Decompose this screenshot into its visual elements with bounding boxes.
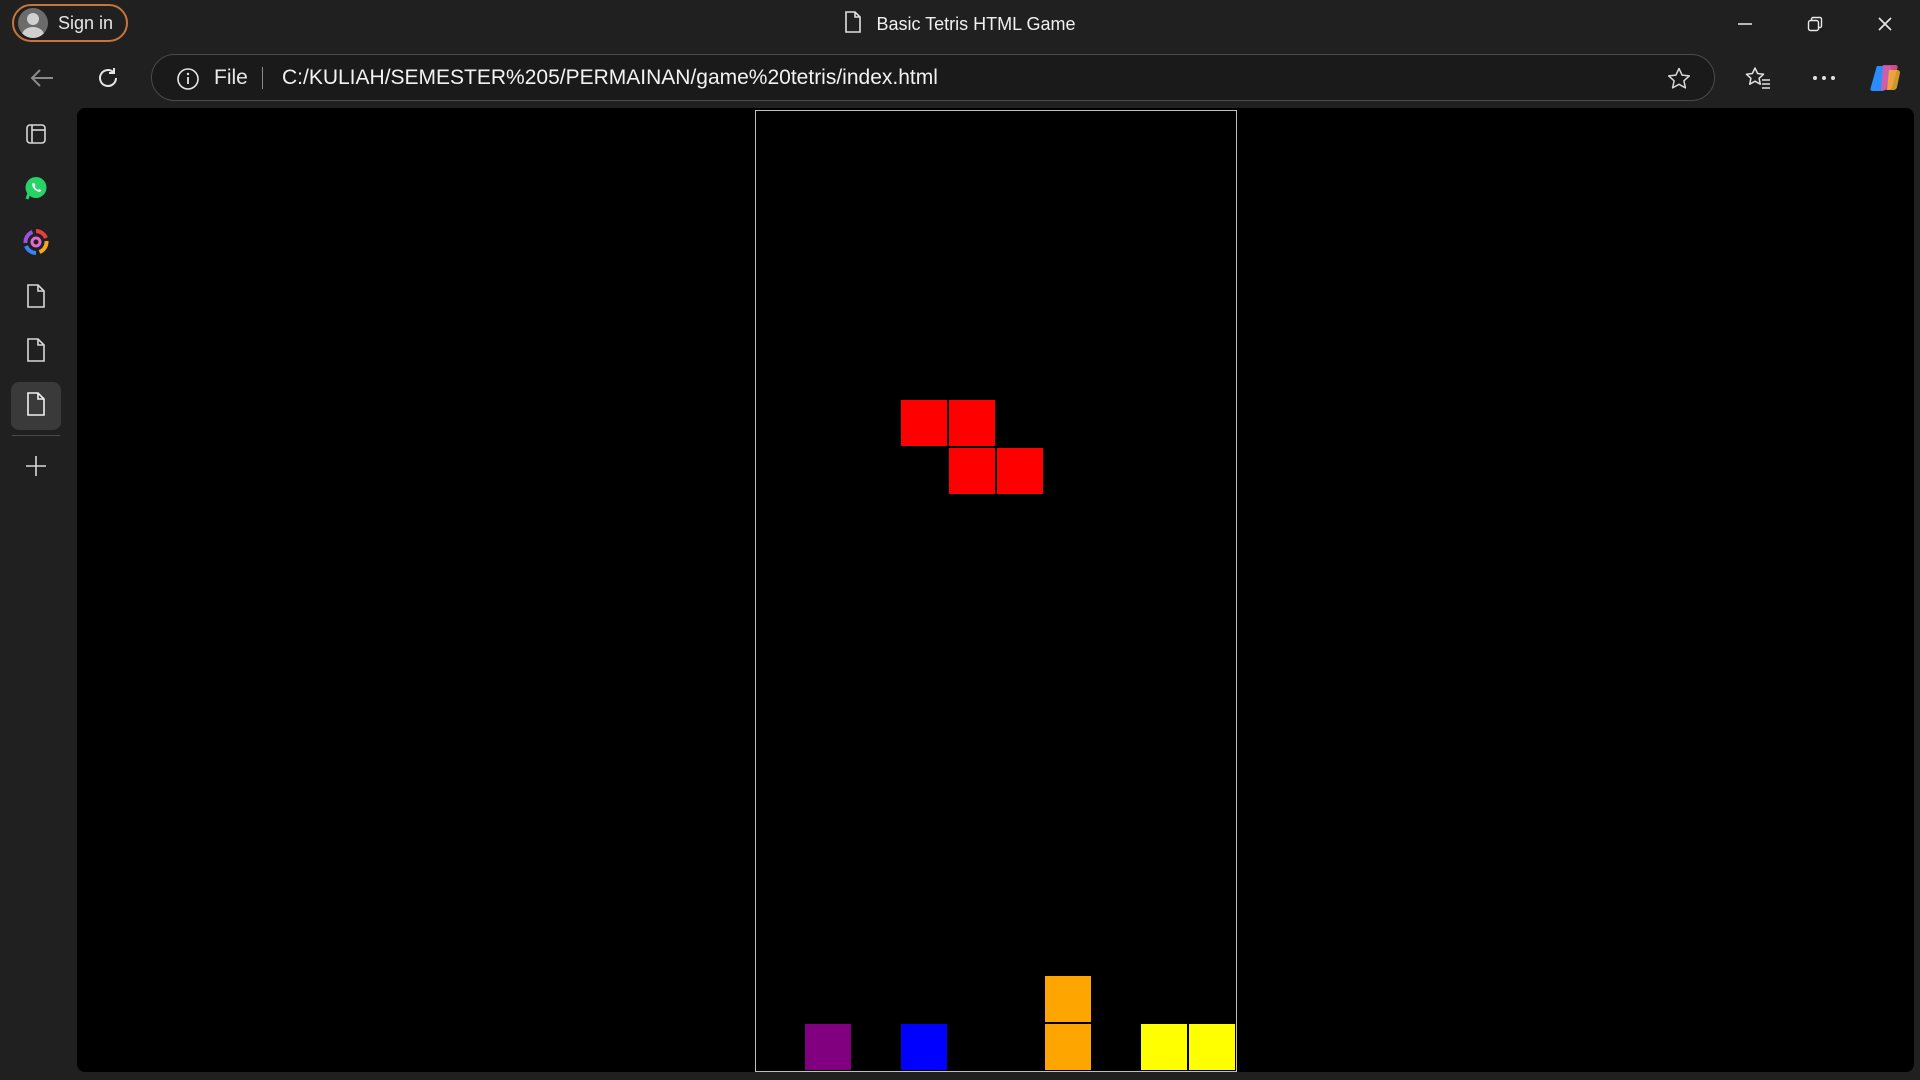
browser-toolbar: File C:/KULIAH/SEMESTER%205/PERMAINAN/ga… bbox=[0, 48, 1920, 108]
active-piece-cell bbox=[948, 399, 996, 447]
swirl-app-icon bbox=[22, 228, 50, 261]
sidebar-whatsapp[interactable] bbox=[11, 166, 61, 214]
sidebar-page-2[interactable] bbox=[11, 328, 61, 376]
sidebar-divider bbox=[12, 435, 60, 436]
plus-icon bbox=[25, 455, 47, 482]
star-icon[interactable] bbox=[1666, 66, 1692, 97]
window-title: Basic Tetris HTML Game bbox=[0, 0, 1920, 48]
sidebar-swirl-app[interactable] bbox=[11, 220, 61, 268]
page-icon bbox=[26, 283, 46, 313]
sidebar-add-button[interactable] bbox=[11, 444, 61, 492]
url-text[interactable]: C:/KULIAH/SEMESTER%205/PERMAINAN/game%20… bbox=[282, 55, 938, 100]
page-icon bbox=[844, 10, 862, 38]
sign-in-label: Sign in bbox=[58, 12, 114, 33]
page-icon bbox=[26, 337, 46, 367]
refresh-icon[interactable] bbox=[88, 58, 128, 98]
tab-view-icon bbox=[24, 122, 48, 151]
minimize-icon[interactable] bbox=[1710, 0, 1780, 48]
favorites-icon[interactable] bbox=[1738, 58, 1778, 98]
address-bar[interactable]: File C:/KULIAH/SEMESTER%205/PERMAINAN/ga… bbox=[151, 54, 1715, 101]
whatsapp-icon bbox=[23, 175, 49, 206]
settled-block bbox=[900, 1023, 948, 1071]
close-icon[interactable] bbox=[1850, 0, 1920, 48]
arrow-left-icon[interactable] bbox=[22, 58, 62, 98]
settled-block bbox=[1140, 1023, 1188, 1071]
scheme-label[interactable]: File bbox=[214, 55, 248, 100]
page-viewport bbox=[77, 108, 1914, 1072]
restore-icon[interactable] bbox=[1780, 0, 1850, 48]
active-piece-cell bbox=[900, 399, 948, 447]
more-icon[interactable] bbox=[1804, 58, 1844, 98]
settled-block bbox=[1188, 1023, 1236, 1071]
active-piece-cell bbox=[996, 447, 1044, 495]
page-icon bbox=[26, 391, 46, 421]
copilot-icon[interactable] bbox=[1866, 58, 1906, 98]
settled-block bbox=[804, 1023, 852, 1071]
sidebar-page-3[interactable] bbox=[11, 382, 61, 430]
sidebar-page-1[interactable] bbox=[11, 274, 61, 322]
window-title-text: Basic Tetris HTML Game bbox=[876, 13, 1076, 34]
tetris-board[interactable] bbox=[755, 110, 1237, 1072]
settled-block bbox=[1044, 1023, 1092, 1071]
address-divider bbox=[262, 67, 263, 89]
avatar-icon bbox=[18, 8, 48, 38]
sidebar-tab-view[interactable] bbox=[11, 112, 61, 160]
active-piece-cell bbox=[948, 447, 996, 495]
title-bar: Sign in Basic Tetris HTML Game bbox=[0, 0, 1920, 48]
info-icon[interactable] bbox=[176, 67, 200, 96]
settled-block bbox=[1044, 975, 1092, 1023]
sidebar bbox=[0, 108, 74, 1080]
sign-in-button[interactable]: Sign in bbox=[12, 4, 128, 42]
window-controls bbox=[1710, 0, 1920, 48]
